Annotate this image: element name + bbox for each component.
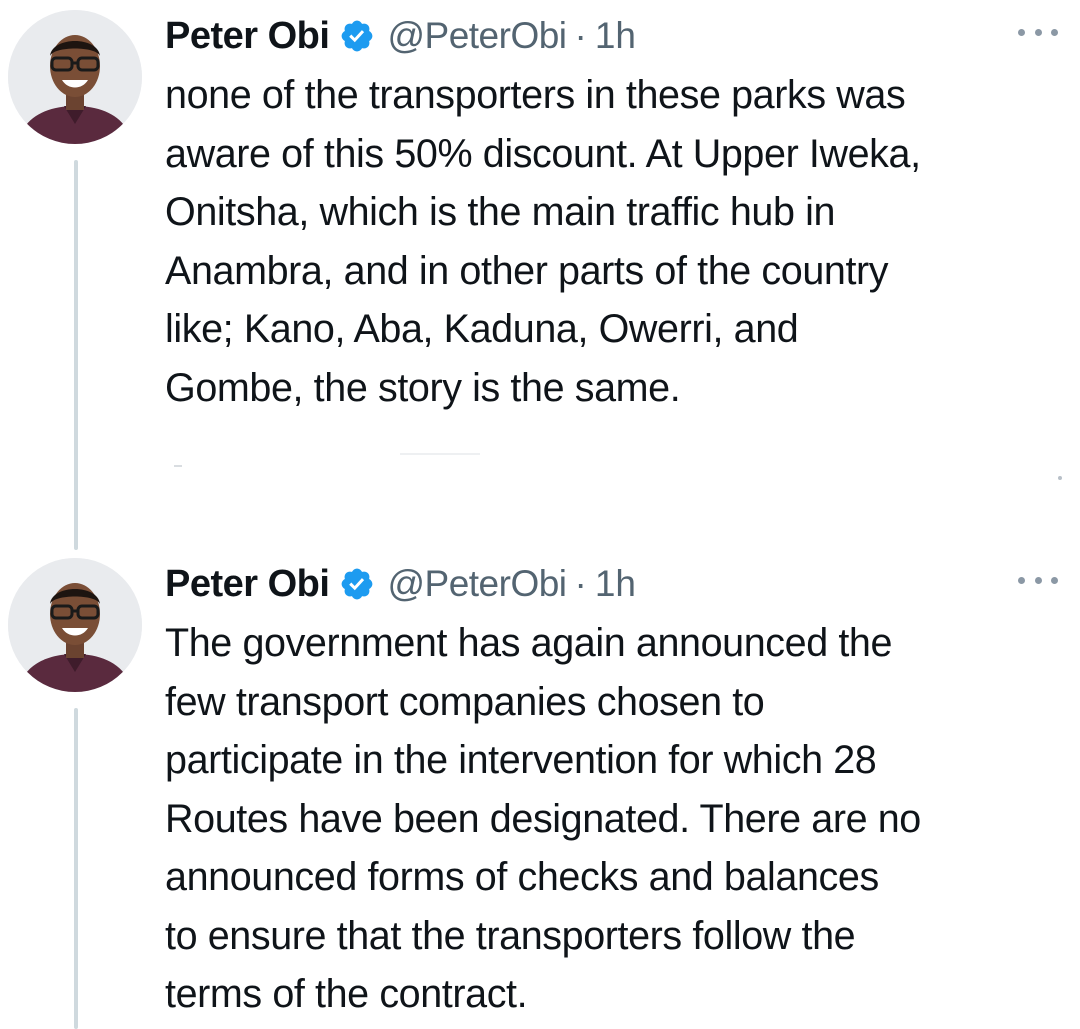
tweet-header: Peter Obi @PeterObi · 1h bbox=[165, 556, 636, 612]
user-handle[interactable]: @PeterObi bbox=[387, 15, 567, 57]
avatar-image bbox=[8, 558, 142, 692]
verified-badge-icon bbox=[339, 566, 375, 602]
tweet-header: Peter Obi @PeterObi · 1h bbox=[165, 8, 636, 64]
more-horizontal-icon[interactable] bbox=[1018, 572, 1058, 588]
tweet-text: The government has again announced the f… bbox=[165, 621, 921, 1016]
avatar[interactable] bbox=[8, 558, 142, 692]
thread-connector-line bbox=[74, 160, 78, 550]
thread-connector-line bbox=[74, 708, 78, 1029]
display-name[interactable]: Peter Obi bbox=[165, 563, 330, 606]
separator-dot: · bbox=[574, 15, 587, 56]
user-handle[interactable]: @PeterObi bbox=[387, 563, 567, 605]
timestamp[interactable]: 1h bbox=[595, 563, 636, 605]
separator-dot: · bbox=[574, 563, 587, 604]
avatar-image bbox=[8, 10, 142, 144]
tweet-text: none of the transporters in these parks … bbox=[165, 73, 921, 410]
more-horizontal-icon[interactable] bbox=[1018, 24, 1058, 40]
avatar[interactable] bbox=[8, 10, 142, 144]
display-name[interactable]: Peter Obi bbox=[165, 15, 330, 58]
timestamp[interactable]: 1h bbox=[595, 15, 636, 57]
verified-badge-icon bbox=[339, 18, 375, 54]
faint-scan-marks bbox=[174, 453, 1062, 480]
